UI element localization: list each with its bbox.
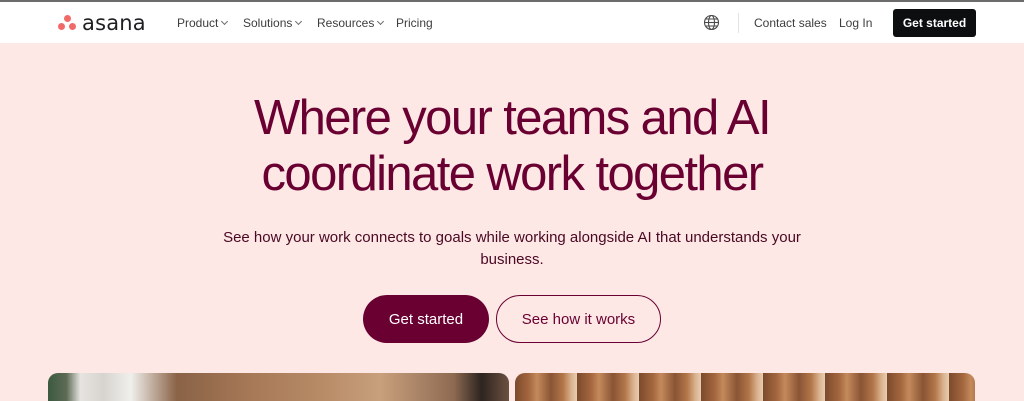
log-in-link[interactable]: Log In: [839, 16, 872, 30]
nav-item-resources[interactable]: Resources: [317, 16, 385, 30]
nav-item-label: Solutions: [243, 16, 293, 30]
hero-image-left: [48, 373, 509, 401]
nav-item-product[interactable]: Product: [177, 16, 229, 30]
chevron-down-icon: [377, 17, 385, 26]
globe-icon[interactable]: [703, 14, 720, 31]
nav-divider: [738, 13, 739, 33]
headline-line-2: coordinate work together: [261, 147, 765, 201]
nav-item-label: Resources: [317, 16, 375, 30]
headline-line-1: Where your teams and AI: [253, 91, 772, 145]
nav-item-label: Pricing: [396, 16, 433, 30]
hero-section: Where your teams and AI coordinate work …: [0, 43, 1024, 401]
nav-get-started-button[interactable]: Get started: [893, 9, 976, 37]
chevron-down-icon: [221, 17, 229, 26]
hero-get-started-button[interactable]: Get started: [363, 295, 489, 343]
brand-name: asana: [82, 11, 146, 35]
hero-subtext: See how your work connects to goals whil…: [223, 229, 801, 268]
hero-image-right: [515, 373, 975, 401]
chevron-down-icon: [295, 17, 303, 26]
nav-item-solutions[interactable]: Solutions: [243, 16, 303, 30]
asana-logo[interactable]: asana: [58, 11, 146, 35]
contact-sales-link[interactable]: Contact sales: [754, 16, 827, 30]
asana-logo-icon: [58, 15, 76, 31]
nav-item-pricing[interactable]: Pricing: [396, 16, 433, 30]
top-navigation: asana Product Solutions Resources Pricin…: [0, 2, 1024, 43]
nav-item-label: Product: [177, 16, 219, 30]
see-how-it-works-button[interactable]: See how it works: [496, 295, 661, 343]
hero-headline: Where your teams and AI coordinate work …: [0, 90, 1024, 202]
